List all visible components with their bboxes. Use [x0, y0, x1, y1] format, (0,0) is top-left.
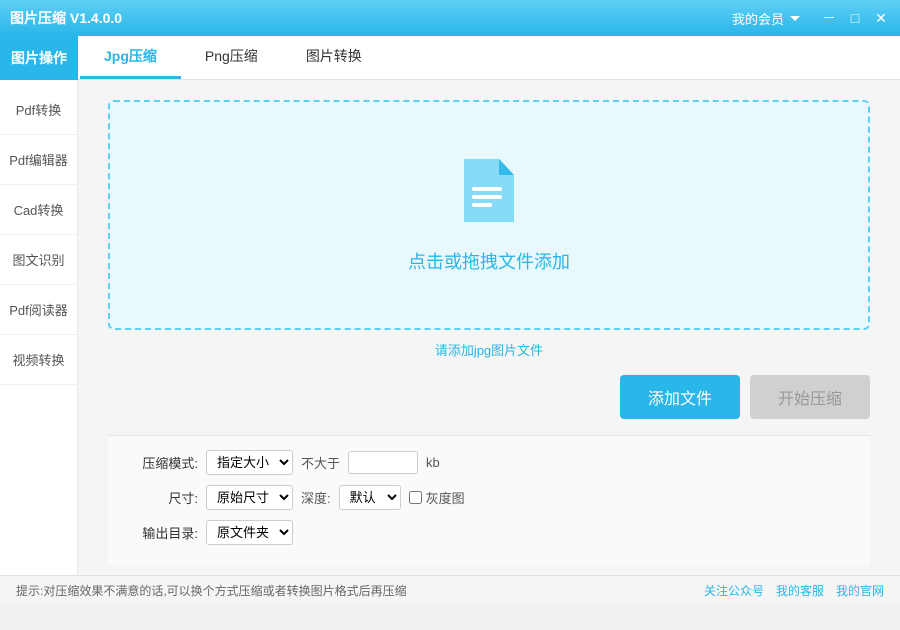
- app-title: 图片压缩 V1.4.0.0: [10, 8, 122, 28]
- size-input[interactable]: [348, 451, 418, 474]
- footer-links: 关注公众号 我的客服 我的官网: [704, 582, 884, 599]
- output-label: 输出目录:: [128, 523, 198, 542]
- footer-tip: 提示:对压缩效果不满意的话,可以换个方式压缩或者转换图片格式后再压缩: [16, 582, 407, 599]
- dimension-row: 尺寸: 原始尺寸 自定义 深度: 默认 8位 16位 灰度图: [128, 485, 850, 510]
- close-button[interactable]: ✕: [872, 9, 890, 27]
- drop-zone[interactable]: 点击或拖拽文件添加: [108, 100, 870, 330]
- sidebar-item-pdf-editor[interactable]: Pdf编辑器: [0, 135, 77, 185]
- sidebar-item-pdf-convert[interactable]: Pdf转换: [0, 85, 77, 135]
- output-row: 输出目录: 原文件夹 自定义: [128, 520, 850, 545]
- titlebar: 图片压缩 V1.4.0.0 我的会员 － □ ✕: [0, 0, 900, 36]
- tab-jpg[interactable]: Jpg压缩: [80, 36, 181, 79]
- settings-area: 压缩模式: 指定大小 指定质量 最大压缩 不大于 kb 尺寸: 原始尺寸 自定义…: [108, 435, 870, 565]
- hint-text: 请添加jpg图片文件: [108, 340, 870, 359]
- footer: 提示:对压缩效果不满意的话,可以换个方式压缩或者转换图片格式后再压缩 关注公众号…: [0, 575, 900, 605]
- sidebar-item-pdf-reader[interactable]: Pdf阅读器: [0, 285, 77, 335]
- depth-select[interactable]: 默认 8位 16位: [339, 485, 401, 510]
- output-select[interactable]: 原文件夹 自定义: [206, 520, 293, 545]
- sidebar-item-video-convert[interactable]: 视频转换: [0, 335, 77, 385]
- drop-text: 点击或拖拽文件添加: [408, 248, 570, 274]
- compress-mode-label: 压缩模式:: [128, 453, 198, 472]
- sidebar: Pdf转换 Pdf编辑器 Cad转换 图文识别 Pdf阅读器 视频转换: [0, 80, 78, 575]
- minimize-button[interactable]: －: [820, 9, 838, 27]
- footer-link-service[interactable]: 我的客服: [776, 582, 824, 599]
- sidebar-item-cad-convert[interactable]: Cad转换: [0, 185, 77, 235]
- member-button[interactable]: 我的会员: [732, 9, 800, 28]
- window-controls: － □ ✕: [820, 9, 890, 27]
- footer-link-public[interactable]: 关注公众号: [704, 582, 764, 599]
- compress-mode-row: 压缩模式: 指定大小 指定质量 最大压缩 不大于 kb: [128, 450, 850, 475]
- sidebar-item-ocr[interactable]: 图文识别: [0, 235, 77, 285]
- body-container: Pdf转换 Pdf编辑器 Cad转换 图文识别 Pdf阅读器 视频转换: [0, 80, 900, 575]
- chevron-down-icon: [790, 16, 800, 21]
- grayscale-checkbox[interactable]: [409, 491, 422, 504]
- tab-png[interactable]: Png压缩: [181, 36, 282, 79]
- size-prefix: 不大于: [301, 453, 340, 472]
- file-icon: [459, 157, 519, 232]
- main-content: 点击或拖拽文件添加 请添加jpg图片文件 添加文件 开始压缩 压缩模式: 指定大…: [78, 80, 900, 575]
- footer-link-official[interactable]: 我的官网: [836, 582, 884, 599]
- grayscale-option[interactable]: 灰度图: [409, 488, 465, 507]
- size-select[interactable]: 原始尺寸 自定义: [206, 485, 293, 510]
- size-unit: kb: [426, 455, 440, 470]
- tab-bar: Jpg压缩 Png压缩 图片转换: [0, 36, 900, 80]
- compress-mode-select[interactable]: 指定大小 指定质量 最大压缩: [206, 450, 293, 475]
- start-compress-button: 开始压缩: [750, 375, 870, 419]
- nav-label: 图片操作: [0, 36, 78, 80]
- action-buttons: 添加文件 开始压缩: [108, 375, 870, 419]
- tab-convert[interactable]: 图片转换: [282, 36, 386, 79]
- size-label: 尺寸:: [128, 488, 198, 507]
- titlebar-right: 我的会员 － □ ✕: [732, 9, 890, 28]
- depth-label: 深度:: [301, 488, 331, 507]
- maximize-button[interactable]: □: [846, 9, 864, 27]
- add-file-button[interactable]: 添加文件: [620, 375, 740, 419]
